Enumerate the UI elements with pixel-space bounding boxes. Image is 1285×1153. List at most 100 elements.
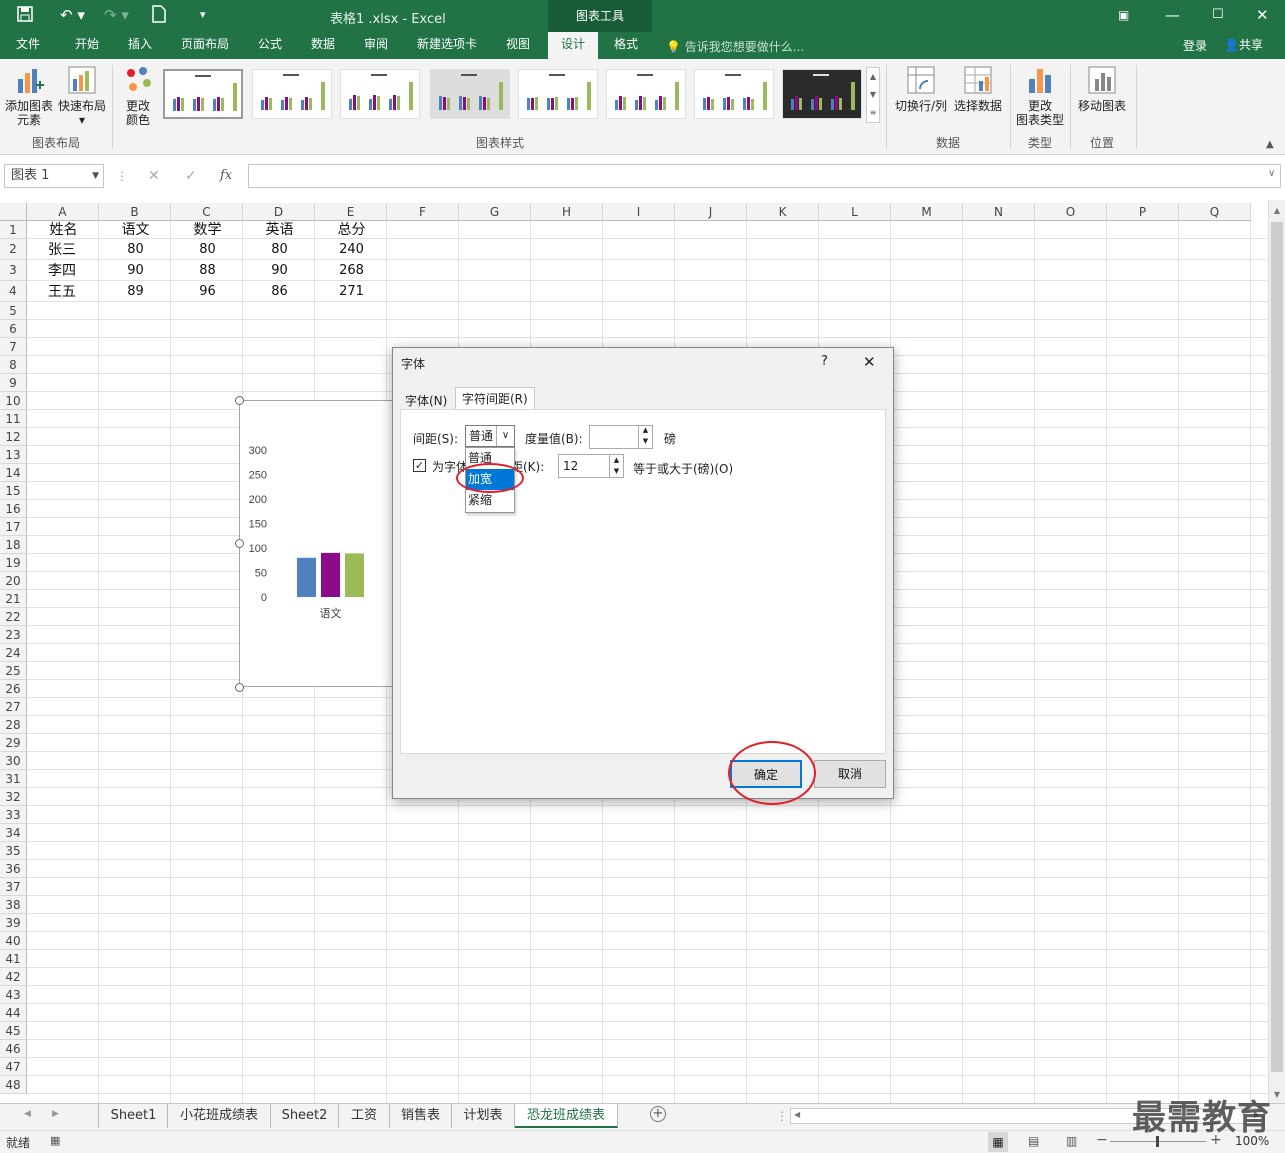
kerning-spinner[interactable]: 12 ▲ ▼: [558, 454, 624, 478]
row-header-4[interactable]: 4: [0, 281, 27, 302]
select-data-button[interactable]: 选择数据: [952, 65, 1004, 113]
row-header-35[interactable]: 35: [0, 842, 27, 860]
minimize-icon[interactable]: —: [1165, 5, 1180, 25]
sheet-tab-salary[interactable]: 工资: [339, 1104, 390, 1128]
column-header-l[interactable]: L: [819, 203, 891, 221]
row-header-41[interactable]: 41: [0, 950, 27, 968]
chart-style-8[interactable]: [782, 69, 862, 119]
spin-down-icon[interactable]: ▼: [638, 437, 652, 448]
row-header-2[interactable]: 2: [0, 239, 27, 260]
cell-a1[interactable]: 姓名: [28, 221, 99, 239]
undo-icon[interactable]: ↶ ▾: [60, 5, 85, 25]
formula-input[interactable]: [248, 164, 1281, 188]
share-button[interactable]: 👤共享: [1224, 36, 1263, 53]
chart-resize-handle[interactable]: [235, 396, 244, 405]
next-sheet-icon[interactable]: ▶: [52, 1109, 59, 1119]
column-header-b[interactable]: B: [99, 203, 171, 221]
row-header-23[interactable]: 23: [0, 626, 27, 644]
zoom-out-icon[interactable]: −: [1096, 1132, 1108, 1148]
row-header-30[interactable]: 30: [0, 752, 27, 770]
column-header-a[interactable]: A: [27, 203, 99, 221]
row-header-8[interactable]: 8: [0, 356, 27, 374]
dropdown-arrow-icon[interactable]: ∨: [496, 426, 514, 446]
cancel-entry-icon[interactable]: ✕: [148, 168, 160, 184]
cell-d1[interactable]: 英语: [244, 221, 315, 239]
cell-e1[interactable]: 总分: [316, 221, 387, 239]
bar-series-3[interactable]: [345, 553, 364, 597]
zoom-slider[interactable]: [1110, 1136, 1206, 1147]
row-header-34[interactable]: 34: [0, 824, 27, 842]
row-header-37[interactable]: 37: [0, 878, 27, 896]
row-header-28[interactable]: 28: [0, 716, 27, 734]
tab-split-handle[interactable]: ⋮: [776, 1109, 788, 1123]
spin-down-icon[interactable]: ▼: [609, 466, 623, 477]
tab-font[interactable]: 字体(N): [401, 391, 451, 411]
change-chart-type-button[interactable]: 更改 图表类型: [1014, 65, 1066, 127]
select-all-corner[interactable]: [0, 203, 27, 221]
row-header-43[interactable]: 43: [0, 986, 27, 1004]
move-chart-button[interactable]: 移动图表: [1074, 65, 1130, 113]
help-button[interactable]: ?: [821, 354, 828, 369]
chart-style-1[interactable]: [163, 69, 243, 119]
cell-c1[interactable]: 数学: [172, 221, 243, 239]
row-header-33[interactable]: 33: [0, 806, 27, 824]
tab-formulas[interactable]: 公式: [250, 32, 290, 59]
sheet-tab-sheet1[interactable]: Sheet1: [100, 1104, 168, 1128]
column-header-i[interactable]: I: [603, 203, 675, 221]
row-header-25[interactable]: 25: [0, 662, 27, 680]
column-header-d[interactable]: D: [243, 203, 315, 221]
column-header-f[interactable]: F: [387, 203, 459, 221]
switch-row-column-button[interactable]: 切换行/列: [892, 65, 950, 113]
enter-entry-icon[interactable]: ✓: [185, 168, 197, 184]
row-header-32[interactable]: 32: [0, 788, 27, 806]
by-spinner[interactable]: ▲ ▼: [589, 425, 653, 449]
row-header-20[interactable]: 20: [0, 572, 27, 590]
chart-style-3[interactable]: [340, 69, 420, 119]
bar-series-1[interactable]: [297, 557, 316, 597]
row-header-26[interactable]: 26: [0, 680, 27, 698]
cell-a3[interactable]: 李四: [28, 262, 96, 280]
row-header-44[interactable]: 44: [0, 1004, 27, 1022]
collapse-ribbon-icon[interactable]: ▲: [1266, 139, 1274, 150]
tab-file[interactable]: 文件: [8, 32, 48, 59]
tab-new[interactable]: 新建选项卡: [408, 32, 486, 59]
spin-up-icon[interactable]: ▲: [638, 426, 652, 437]
row-header-13[interactable]: 13: [0, 446, 27, 464]
cell-c3[interactable]: 88: [172, 262, 243, 280]
vertical-scrollbar[interactable]: ▲ ▼: [1268, 200, 1285, 1103]
expand-formula-icon[interactable]: ∨: [1268, 168, 1275, 179]
normal-view-icon[interactable]: ▦: [988, 1132, 1008, 1152]
tab-view[interactable]: 视图: [498, 32, 538, 59]
row-header-36[interactable]: 36: [0, 860, 27, 878]
sheet-tab-plan[interactable]: 计划表: [452, 1104, 515, 1128]
row-header-6[interactable]: 6: [0, 320, 27, 338]
tab-data[interactable]: 数据: [303, 32, 343, 59]
close-dialog-icon[interactable]: ✕: [863, 353, 876, 371]
row-header-39[interactable]: 39: [0, 914, 27, 932]
row-header-40[interactable]: 40: [0, 932, 27, 950]
tab-home[interactable]: 开始: [66, 32, 108, 59]
row-header-11[interactable]: 11: [0, 410, 27, 428]
embedded-chart[interactable]: 300 250 200 150 100 50 0 语文: [239, 400, 399, 687]
row-header-24[interactable]: 24: [0, 644, 27, 662]
column-header-c[interactable]: C: [171, 203, 243, 221]
cell-b3[interactable]: 90: [100, 262, 171, 280]
cell-d2[interactable]: 80: [244, 241, 315, 259]
tell-me-box[interactable]: 💡 告诉我您想要做什么...: [666, 38, 804, 55]
row-header-15[interactable]: 15: [0, 482, 27, 500]
maximize-icon[interactable]: ☐: [1212, 5, 1224, 25]
quick-layout-button[interactable]: 快速布局 ▾: [56, 65, 108, 127]
tab-format[interactable]: 格式: [604, 32, 648, 59]
gallery-scroll[interactable]: ▲ ▼ ≡: [866, 67, 880, 123]
chart-resize-handle[interactable]: [235, 683, 244, 692]
spacing-select[interactable]: 普通 ∨: [465, 425, 515, 447]
row-header-47[interactable]: 47: [0, 1058, 27, 1076]
row-header-22[interactable]: 22: [0, 608, 27, 626]
sheet-tab-xiaohua[interactable]: 小花班成绩表: [168, 1104, 271, 1128]
column-header-g[interactable]: G: [459, 203, 531, 221]
cell-b1[interactable]: 语文: [100, 221, 171, 239]
tab-insert[interactable]: 插入: [120, 32, 160, 59]
page-layout-view-icon[interactable]: ▤: [1028, 1134, 1039, 1148]
close-window-icon[interactable]: ✕: [1256, 5, 1269, 25]
add-sheet-icon[interactable]: +: [650, 1106, 666, 1122]
